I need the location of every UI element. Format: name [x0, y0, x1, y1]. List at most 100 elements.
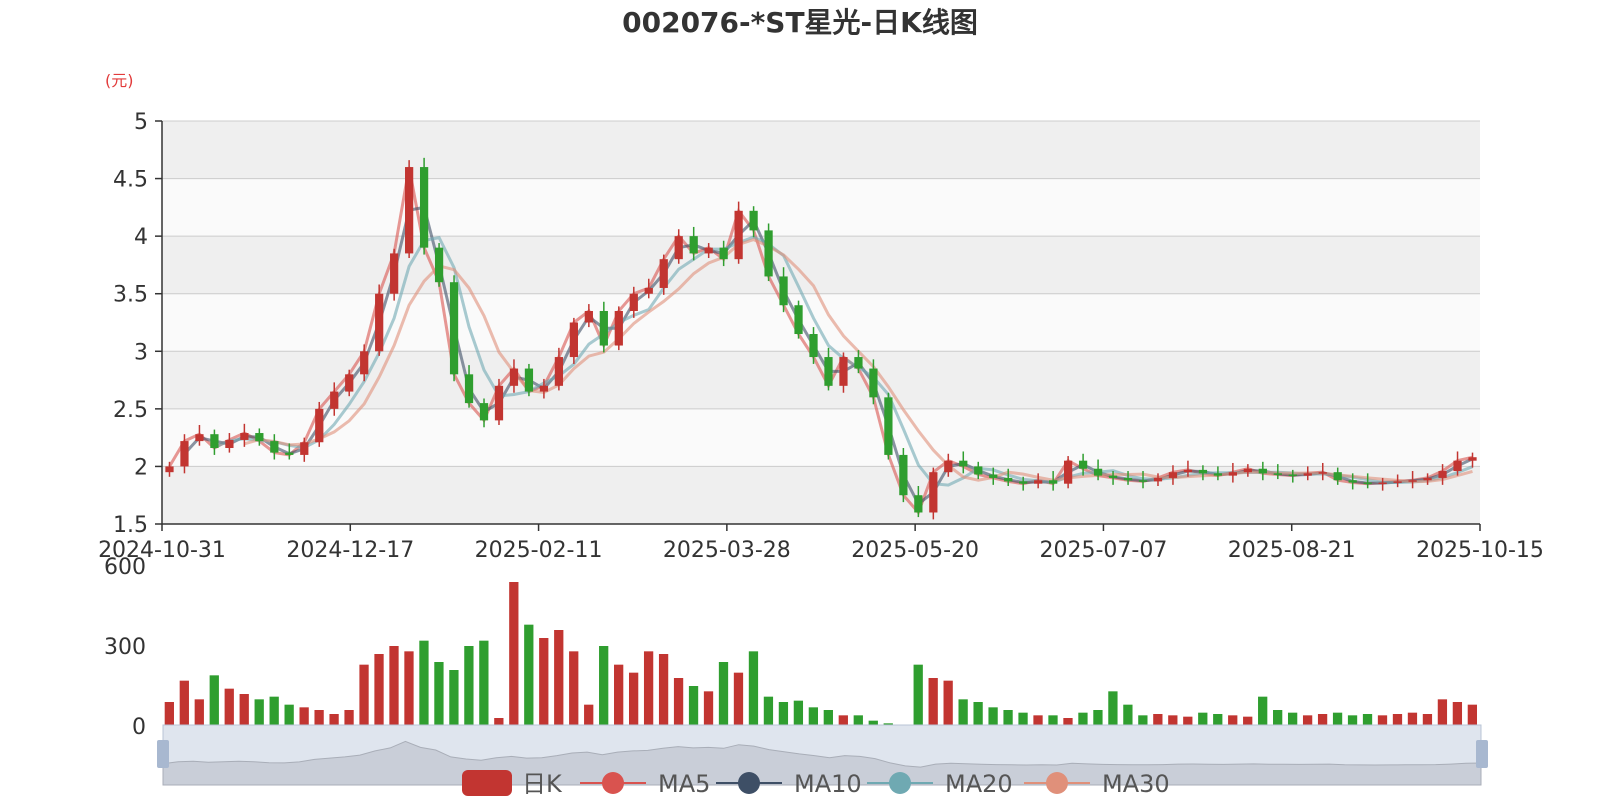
candle-body [1453, 460, 1462, 472]
volume-bar [1078, 712, 1088, 726]
candle-body [599, 310, 608, 346]
volume-bar [838, 715, 848, 726]
volume-bar [599, 646, 609, 726]
candle-body [524, 368, 534, 392]
candle-body [1138, 480, 1148, 482]
candle-body [584, 310, 593, 323]
line-dot-legend-icon [602, 772, 624, 794]
volume-bar [1108, 691, 1118, 726]
price-tick-label: 1.5 [113, 513, 148, 538]
candle-body [240, 433, 249, 440]
candle-body [1078, 460, 1088, 469]
volume-bar [1168, 715, 1178, 726]
price-tick-label: 2.5 [113, 398, 148, 423]
volume-bar [539, 638, 549, 726]
candle-body [345, 374, 354, 392]
candle-body [315, 408, 324, 443]
volume-bar [1258, 696, 1268, 726]
kline-chart: 002076-*ST星光-日K线图 (元) 1.5 2 2.5 3 3.5 4 4.5 5 2… [98, 6, 1544, 798]
candle-body [1408, 480, 1417, 482]
volume-bar [748, 651, 759, 726]
volume-bar [479, 640, 489, 726]
y-axis-unit-label: (元) [105, 71, 134, 90]
price-grid-band [162, 236, 1480, 294]
volume-bar [1467, 704, 1478, 726]
volume-bar [1138, 715, 1148, 726]
volume-bar [389, 646, 399, 726]
price-tick-label: 2 [134, 455, 148, 480]
volume-bar [314, 710, 324, 726]
candle-body [824, 357, 833, 386]
candle-body [794, 305, 803, 335]
candle-body [1333, 472, 1342, 481]
volume-bar [464, 646, 474, 726]
candle-body [1423, 477, 1432, 481]
candle-body [1468, 457, 1477, 461]
data-zoom-right-handle[interactable] [1476, 740, 1488, 768]
volume-bar [913, 664, 923, 726]
volume-bar [1048, 715, 1058, 726]
candle-body [225, 439, 234, 449]
legend-label: MA20 [945, 770, 1013, 798]
legend-label: MA5 [658, 770, 710, 798]
legend-label: MA30 [1102, 770, 1170, 798]
volume-axis: 0 300 600 [104, 555, 146, 740]
volume-bar [1273, 710, 1283, 726]
candle-body [1378, 482, 1387, 485]
candle-body [959, 460, 968, 467]
candle-body [1348, 480, 1357, 483]
volume-bar [614, 664, 624, 726]
candle-body [614, 310, 623, 346]
candle-body [719, 247, 728, 260]
volume-bar [299, 707, 309, 726]
date-tick-label: 2025-08-21 [1228, 538, 1356, 563]
date-axis: 2024-10-31 2024-12-17 2025-02-11 2025-03-28… [98, 523, 1544, 563]
volume-bar [419, 640, 429, 726]
volume-bar [778, 702, 789, 726]
volume-bar [1018, 712, 1028, 726]
candle-body [704, 247, 713, 254]
candle-body [854, 357, 863, 369]
candle-body [255, 433, 264, 442]
volume-tick-label: 600 [104, 555, 146, 580]
candle-body [944, 460, 953, 473]
volume-bar [703, 691, 714, 726]
candle-body [464, 374, 474, 404]
candle-body [914, 495, 923, 513]
candle-body [689, 236, 698, 254]
candle-body [419, 167, 429, 248]
volume-tick-label: 300 [104, 635, 146, 660]
volume-bar [1033, 715, 1043, 726]
volume-bar [988, 707, 998, 726]
candle-body [1318, 472, 1327, 474]
volume-bar [673, 678, 684, 726]
volume-bar [1093, 710, 1103, 726]
candle-body [569, 322, 578, 358]
volume-bar [1317, 714, 1328, 726]
candle-body [1228, 472, 1237, 476]
volume-bar [1362, 714, 1373, 726]
candle-body [1004, 477, 1013, 482]
volume-bar [1153, 714, 1163, 726]
volume-bar [1452, 702, 1463, 726]
candle-body [1153, 477, 1163, 482]
candle-body [330, 391, 339, 409]
price-grid-band [162, 121, 1480, 179]
price-tick-label: 4 [134, 225, 148, 250]
volume-bar [1302, 715, 1313, 726]
price-tick-label: 3.5 [113, 283, 148, 308]
candle-body [779, 276, 788, 306]
candle-body [180, 441, 189, 467]
date-tick-label: 2025-10-15 [1416, 538, 1544, 563]
volume-bar [973, 702, 983, 726]
candle-body [1198, 469, 1208, 474]
data-zoom-left-handle[interactable] [157, 740, 169, 768]
volume-bar [733, 672, 744, 726]
volume-bar [404, 651, 414, 726]
volume-bar [434, 662, 444, 726]
volume-bar [584, 704, 594, 726]
candle-body [884, 397, 893, 455]
line-dot-legend-icon [1046, 772, 1068, 794]
volume-bar [1287, 712, 1298, 726]
candle-body [479, 403, 489, 421]
